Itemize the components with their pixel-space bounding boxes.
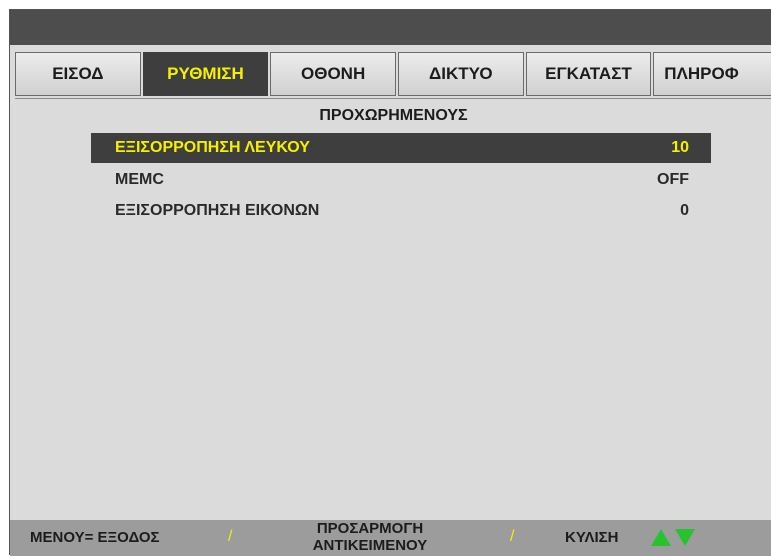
menu-row-value: 10 (671, 139, 689, 156)
tab-settings[interactable]: ΡΥΘΜΙΣΗ (142, 52, 269, 96)
footer-separator: / (228, 528, 233, 545)
menu-row-label: ΕΞΙΣΟΡΡΟΠΗΣΗ ΕΙΚΟΝΩΝ (115, 202, 320, 219)
tab-information[interactable]: ΠΛΗΡΟΦ (653, 52, 771, 96)
adjust-object-hint: ΠΡΟΣΑΡΜΟΓΗ ΑΝΤΙΚΕΙΜΕΝΟΥ (290, 520, 450, 554)
tab-installation[interactable]: ΕΓΚΑΤΑΣΤ (525, 52, 652, 96)
arrow-down-icon (675, 529, 695, 546)
osd-menu: ΕΙΣΟΔ ΡΥΘΜΙΣΗ ΟΘΟΝΗ ΔΙΚΤΥΟ ΕΓΚΑΤΑΣΤ ΠΛΗΡ… (9, 9, 771, 556)
menu-exit-hint: ΜΕΝΟΥ= ΕΞΟΔΟΣ (30, 529, 160, 546)
menu-row-value: 0 (680, 202, 689, 219)
adjust-hint-line2: ΑΝΤΙΚΕΙΜΕΝΟΥ (312, 537, 428, 554)
settings-panel: ΠΡΟΧΩΡΗΜΕΝΟΥΣ ΕΞΙΣΟΡΡΟΠΗΣΗ ΛΕΥΚΟΥ 10 MEM… (15, 98, 771, 514)
tab-bar: ΕΙΣΟΔ ΡΥΘΜΙΣΗ ΟΘΟΝΗ ΔΙΚΤΥΟ ΕΓΚΑΤΑΣΤ ΠΛΗΡ… (15, 52, 771, 98)
menu-row-image-balance[interactable]: ΕΞΙΣΟΡΡΟΠΗΣΗ ΕΙΚΟΝΩΝ 0 (91, 196, 711, 226)
menu-row-memc[interactable]: MEMC OFF (91, 165, 711, 195)
tab-display[interactable]: ΟΘΟΝΗ (270, 52, 396, 96)
arrow-up-icon (651, 529, 671, 546)
tab-network[interactable]: ΔΙΚΤΥΟ (397, 52, 524, 96)
menu-row-label: MEMC (115, 171, 164, 188)
tab-input[interactable]: ΕΙΣΟΔ (15, 52, 141, 96)
adjust-hint-line1: ΠΡΟΣΑΡΜΟΓΗ (316, 520, 424, 537)
menu-row-value: OFF (657, 171, 689, 188)
footer-separator: / (510, 528, 515, 545)
menu-row-label: ΕΞΙΣΟΡΡΟΠΗΣΗ ΛΕΥΚΟΥ (115, 139, 310, 156)
title-bar (10, 10, 771, 45)
section-title: ΠΡΟΧΩΡΗΜΕΝΟΥΣ (319, 107, 468, 124)
menu-row-white-balance[interactable]: ΕΞΙΣΟΡΡΟΠΗΣΗ ΛΕΥΚΟΥ 10 (91, 133, 711, 163)
footer-hint-bar: ΜΕΝΟΥ= ΕΞΟΔΟΣ / ΠΡΟΣΑΡΜΟΓΗ ΑΝΤΙΚΕΙΜΕΝΟΥ … (10, 520, 771, 556)
scroll-hint: ΚΥΛΙΣΗ (565, 529, 619, 546)
